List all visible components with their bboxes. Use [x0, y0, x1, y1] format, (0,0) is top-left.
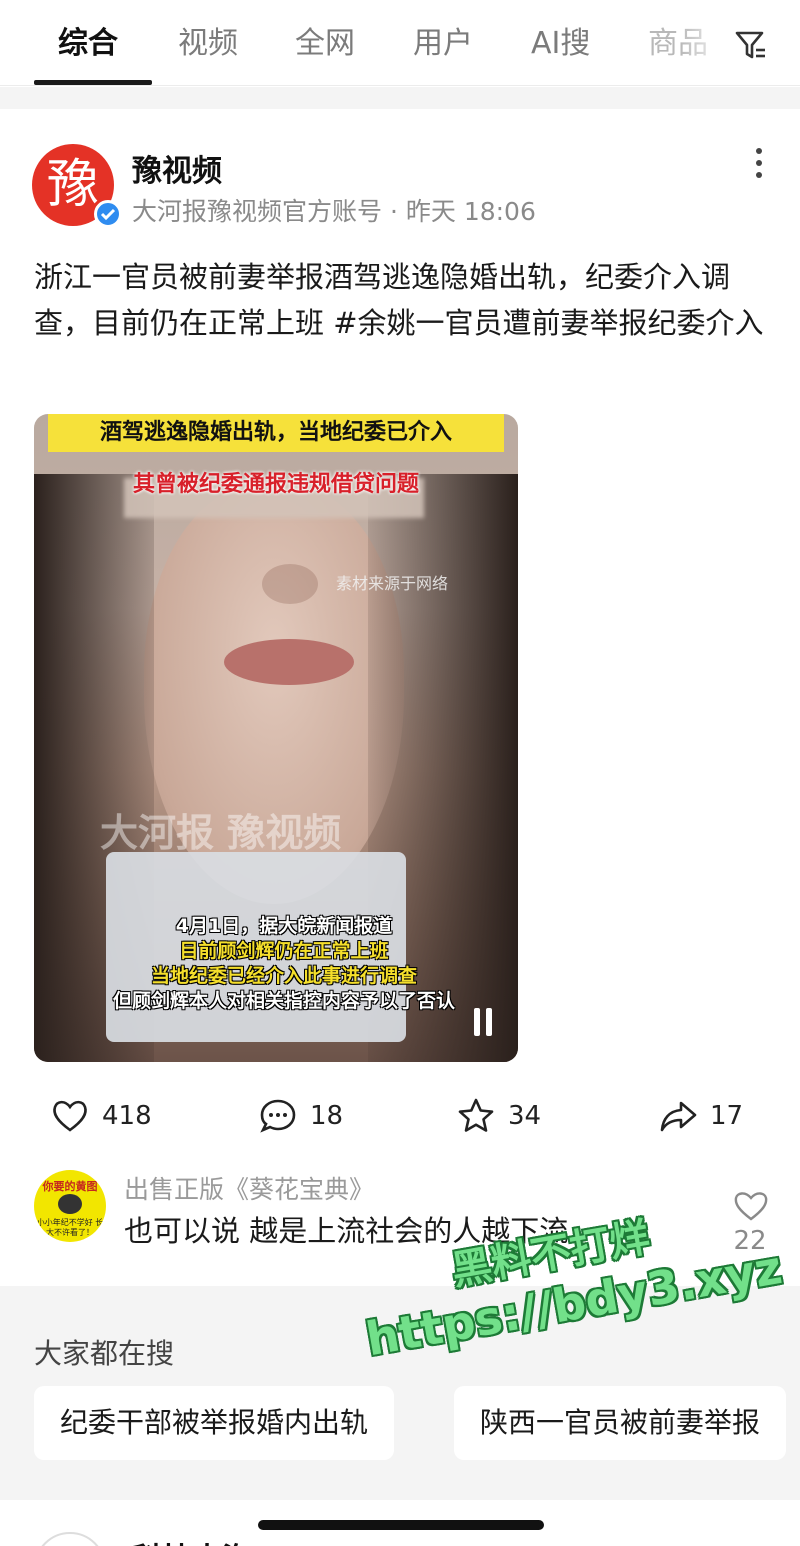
post-text[interactable]: 浙江一官员被前妻举报酒驾逃逸隐婚出轨，纪委介入调查，目前仍在正常上班 #余姚一官… [34, 254, 774, 346]
like-button[interactable]: 418 [50, 1094, 152, 1138]
comment-button[interactable]: 18 [258, 1094, 343, 1138]
search-suggestion-chip[interactable]: 纪委干部被举报婚内出轨 [34, 1386, 395, 1460]
commenter-name[interactable]: 出售正版《葵花宝典》 [124, 1170, 374, 1206]
meta-separator: · [389, 197, 398, 226]
subtitle-line: 当地纪委已经介入此事进行调查 [150, 965, 417, 987]
video-banner-title: 酒驾逃逸隐婚出轨，当地纪委已介入 [48, 414, 504, 452]
avatar-caption-top: 你要的黄图 [42, 1180, 98, 1193]
pause-icon[interactable] [474, 1008, 494, 1036]
tab-fade-mask [680, 10, 730, 76]
video-watermark: 大河报 豫视频 [100, 811, 342, 855]
more-options-icon[interactable] [752, 148, 766, 182]
video-source-note: 素材来源于网络 [336, 574, 449, 593]
tab-ai-search[interactable]: AI搜 [531, 24, 590, 64]
next-post-avatar[interactable] [34, 1532, 106, 1546]
subtitle-line: 但顾剑辉本人对相关指控内容予以了否认 [112, 990, 455, 1012]
video-nose [262, 564, 318, 604]
avatar-logo-glyph: 豫 [46, 155, 99, 215]
search-tab-bar: 综合 视频 全网 用户 AI搜 商品 [0, 0, 800, 86]
share-count: 17 [710, 1101, 744, 1131]
tab-video[interactable]: 视频 [178, 24, 238, 64]
related-searches-title: 大家都在搜 [34, 1337, 175, 1370]
active-tab-indicator [34, 80, 152, 85]
section-divider [0, 87, 800, 109]
heart-icon [53, 1100, 87, 1132]
avatar-face [58, 1194, 82, 1214]
author-name[interactable]: 豫视频 [132, 146, 222, 190]
like-count: 418 [102, 1101, 152, 1131]
subtitle-line: 目前顾剑辉仍在正常上班 [179, 940, 389, 962]
avatar-caption-bottom: 小小年纪不学好 长大不许看了！ [36, 1218, 104, 1237]
share-button[interactable]: 17 [658, 1094, 743, 1138]
home-indicator[interactable] [258, 1520, 544, 1530]
comment-count: 18 [310, 1101, 344, 1131]
tab-comprehensive[interactable]: 综合 [58, 24, 118, 64]
video-lips [224, 639, 354, 685]
star-icon [458, 1098, 494, 1132]
commenter-avatar[interactable]: 你要的黄图 小小年纪不学好 长大不许看了！ [34, 1170, 106, 1242]
share-icon [660, 1101, 697, 1132]
tab-web[interactable]: 全网 [295, 24, 355, 64]
subtitle-line: 4月1日，据大皖新闻报道 [175, 915, 393, 937]
search-suggestion-chip[interactable]: 陕西一官员被前妻举报 [454, 1386, 787, 1460]
post-meta: 大河报豫视频官方账号 · 昨天 18:06 [132, 192, 536, 228]
verified-badge-icon [94, 200, 122, 228]
post-time: 昨天 18:06 [405, 197, 536, 226]
tab-users[interactable]: 用户 [413, 24, 473, 64]
video-subtitles: 4月1日，据大皖新闻报道 目前顾剑辉仍在正常上班 当地纪委已经介入此事进行调查 … [74, 914, 494, 1014]
account-description: 大河报豫视频官方账号 [132, 197, 383, 226]
favorite-count: 34 [508, 1101, 542, 1131]
video-banner-subtitle: 其曾被纪委通报违规借贷问题 [132, 472, 419, 497]
comment-icon [260, 1099, 296, 1133]
video-thumbnail[interactable]: 酒驾逃逸隐婚出轨，当地纪委已介入 其曾被纪委通报违规借贷问题 素材来源于网络 大… [34, 414, 518, 1062]
filter-icon[interactable] [734, 28, 768, 62]
favorite-button[interactable]: 34 [456, 1094, 541, 1138]
next-post-author[interactable]: 科技大海 [132, 1534, 252, 1546]
